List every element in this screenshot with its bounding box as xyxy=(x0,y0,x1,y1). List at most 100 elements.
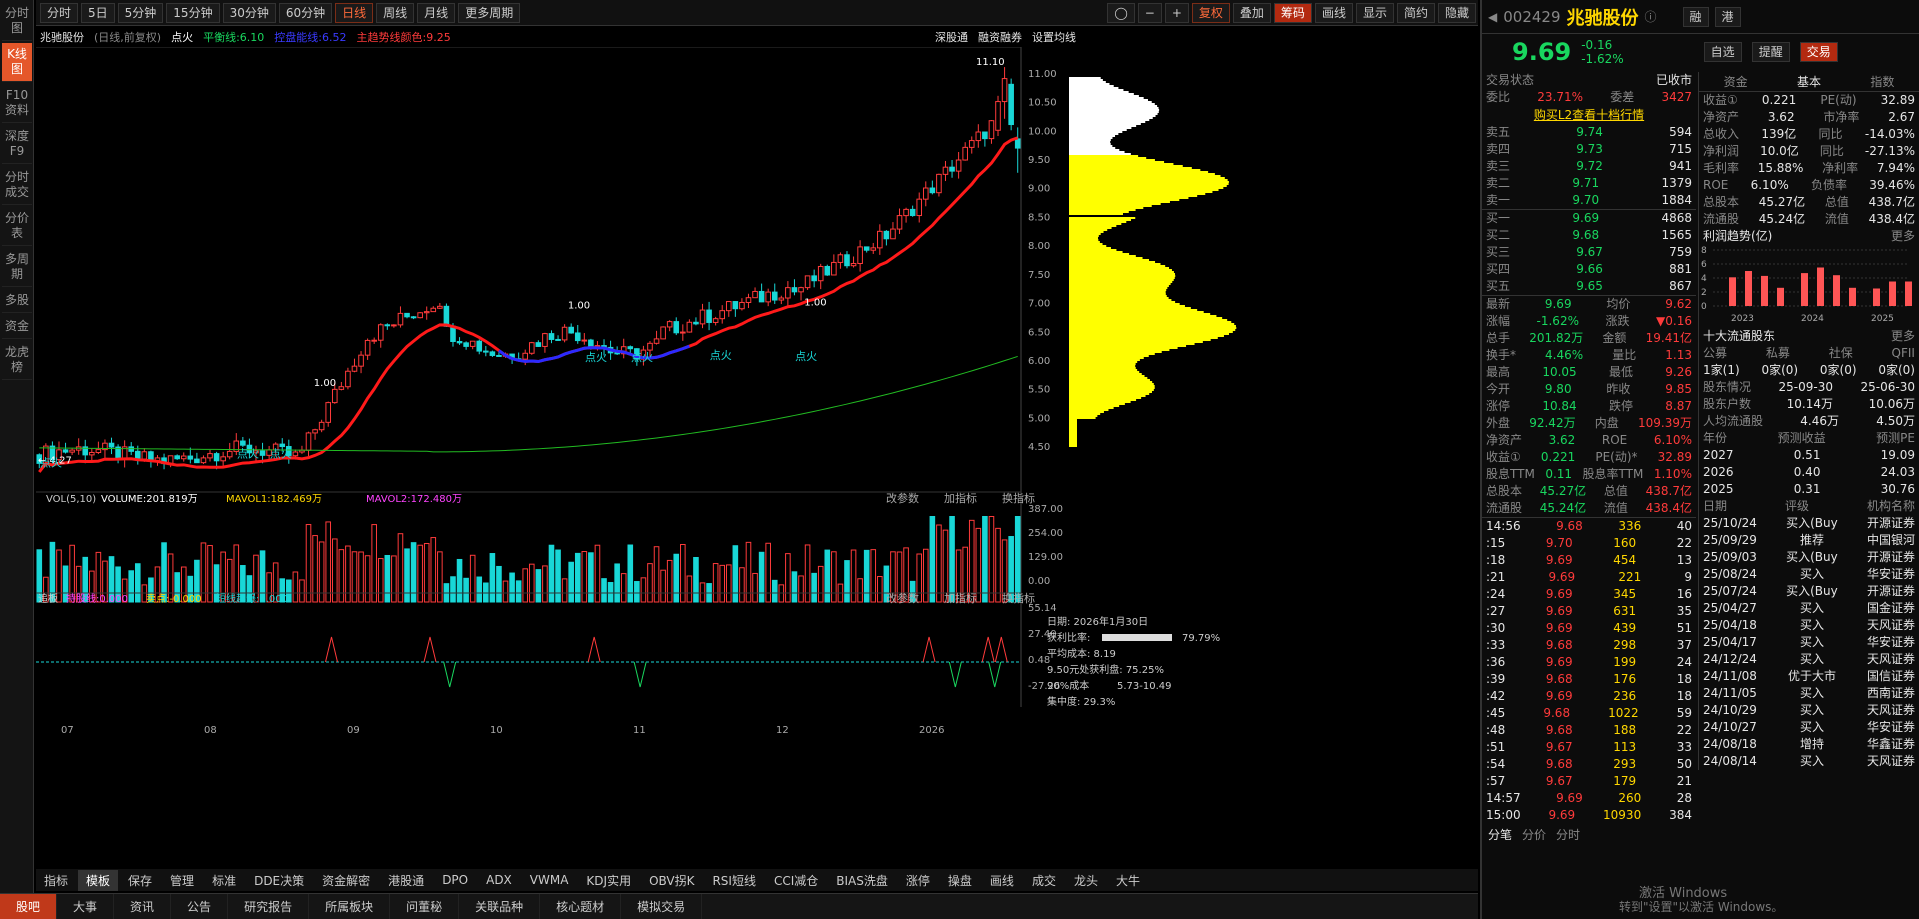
page-tab-1[interactable]: 大事 xyxy=(57,894,115,919)
indicator-tab-12[interactable]: OBV拐K xyxy=(641,870,702,891)
alert-button[interactable]: 提醒 xyxy=(1751,42,1790,62)
left-tab-7[interactable]: 多股 xyxy=(2,289,32,313)
tick-row-cell: 40 xyxy=(1676,519,1692,533)
simple-button[interactable]: 简约 xyxy=(1396,3,1435,23)
left-tab-1[interactable]: K线图 xyxy=(2,43,32,82)
indicator-tab-17[interactable]: 操盘 xyxy=(940,870,980,891)
left-tab-6[interactable]: 多周期 xyxy=(2,248,32,287)
indicator-tab-21[interactable]: 大牛 xyxy=(1108,870,1148,891)
fin-tab-0[interactable]: 资金 xyxy=(1724,72,1748,91)
kline-chart-area[interactable]: 11.10← 4.271.001.001.001.001.00点火点火点火点火点… xyxy=(36,47,1256,841)
month-label: 09 xyxy=(347,725,360,736)
overlay-button[interactable]: 叠加 xyxy=(1232,3,1271,23)
candle-body xyxy=(331,388,338,404)
period-0[interactable]: 分时 xyxy=(40,2,79,23)
l2-link[interactable]: 购买L2查看十档行情 xyxy=(1482,106,1696,124)
page-tab-3[interactable]: 公告 xyxy=(171,894,229,919)
price-tick: 9.00 xyxy=(1028,184,1050,195)
kline-svg[interactable]: 11.10← 4.271.001.001.001.001.00点火点火点火点火点… xyxy=(36,47,1256,841)
page-tab-7[interactable]: 关联品种 xyxy=(459,894,541,919)
chip-bar xyxy=(1069,285,1169,287)
page-tab-9[interactable]: 模拟交易 xyxy=(621,894,703,919)
period-7[interactable]: 周线 xyxy=(376,2,415,23)
indicator-tab-15[interactable]: BIAS洗盘 xyxy=(828,870,896,891)
period-6[interactable]: 日线 xyxy=(335,2,374,23)
hide-button[interactable]: 隐藏 xyxy=(1437,3,1476,23)
link-ma-settings[interactable]: 设置均线 xyxy=(1032,29,1076,45)
indicator-tab-4[interactable]: 标准 xyxy=(204,870,244,891)
period-1[interactable]: 5日 xyxy=(81,2,115,23)
chip-bar xyxy=(1069,355,1149,357)
fin-tab-2[interactable]: 指数 xyxy=(1870,72,1894,91)
prev-icon[interactable]: ◀ xyxy=(1488,10,1497,24)
indicator-tab-20[interactable]: 龙头 xyxy=(1066,870,1106,891)
left-tab-5[interactable]: 分价表 xyxy=(2,207,32,246)
fin-tabs: 资金 基本 指数 xyxy=(1699,72,1919,92)
trade-button[interactable]: 交易 xyxy=(1799,42,1838,62)
display-button[interactable]: 显示 xyxy=(1355,3,1394,23)
page-tab-8[interactable]: 核心题材 xyxy=(540,894,622,919)
indicator-tab-6[interactable]: 资金解密 xyxy=(314,870,378,891)
indicator-tab-5[interactable]: DDE决策 xyxy=(246,870,312,891)
left-tab-8[interactable]: 资金 xyxy=(2,315,32,339)
indicator-tab-3[interactable]: 管理 xyxy=(162,870,202,891)
profit-title-row-cell: 利润趋势(亿) xyxy=(1703,229,1773,243)
chip-bar xyxy=(1069,269,1172,271)
chips-profit-value: 79.79% xyxy=(1182,633,1220,644)
quote-row-cell: 109.39万 xyxy=(1638,416,1692,430)
period-8[interactable]: 月线 xyxy=(417,2,456,23)
quote-row-cell: 内盘 xyxy=(1594,416,1619,430)
period-3[interactable]: 15分钟 xyxy=(166,2,220,23)
period-9[interactable]: 更多周期 xyxy=(458,2,521,23)
fin-tab-1[interactable]: 基本 xyxy=(1797,72,1821,91)
chip-bar xyxy=(1069,125,1137,127)
indicator-tab-7[interactable]: 港股通 xyxy=(380,870,432,891)
indicator-tab-14[interactable]: CCI减仓 xyxy=(766,870,826,891)
page-tab-5[interactable]: 所属板块 xyxy=(309,894,391,919)
link-hk[interactable]: 深股通 xyxy=(935,29,968,45)
indicator-tab-11[interactable]: KDJ实用 xyxy=(578,870,639,891)
draw-button[interactable]: 画线 xyxy=(1314,3,1353,23)
watchlist-button[interactable]: 自选 xyxy=(1703,42,1742,62)
period-4[interactable]: 30分钟 xyxy=(222,2,276,23)
candle-body xyxy=(220,456,226,462)
info-icon[interactable]: ⓘ xyxy=(1645,8,1657,25)
page-tab-4[interactable]: 研究报告 xyxy=(228,894,310,919)
rating-row: 25/07/24 买入(Buy 开源证券 xyxy=(1699,583,1919,600)
plus-icon[interactable]: + xyxy=(1164,3,1189,23)
left-tab-3[interactable]: 深度F9 xyxy=(2,125,32,164)
indicator-tab-19[interactable]: 成交 xyxy=(1024,870,1064,891)
page-tab-2[interactable]: 资讯 xyxy=(114,894,172,919)
indicator-tab-9[interactable]: ADX xyxy=(478,871,520,889)
page-tab-6[interactable]: 问董秘 xyxy=(390,894,460,919)
indicator-tab-16[interactable]: 涨停 xyxy=(898,870,938,891)
fuquan-button[interactable]: 复权 xyxy=(1191,3,1230,23)
lock-icon[interactable]: ◯ xyxy=(1107,3,1135,23)
left-tab-0[interactable]: 分时图 xyxy=(2,2,32,41)
fin-row-cell: 0.221 xyxy=(1761,93,1797,107)
quote-row-cell: 92.42万 xyxy=(1529,416,1576,430)
candle-body xyxy=(1008,83,1014,126)
period-5[interactable]: 60分钟 xyxy=(278,2,333,23)
chips-button[interactable]: 筹码 xyxy=(1273,3,1312,23)
tick-tab-2[interactable]: 分时 xyxy=(1556,826,1580,843)
indicator-tab-1[interactable]: 模板 xyxy=(78,869,119,891)
indicator-tab-13[interactable]: RSI短线 xyxy=(704,870,764,891)
tick-tab-0[interactable]: 分笔 xyxy=(1488,826,1512,843)
left-tab-4[interactable]: 分时成交 xyxy=(2,166,32,205)
left-tab-2[interactable]: F10资料 xyxy=(2,84,32,123)
indicator-tab-8[interactable]: DPO xyxy=(434,871,476,889)
indicator-tab-10[interactable]: VWMA xyxy=(522,871,577,889)
chips-cost90-value: 5.73-10.49 xyxy=(1117,681,1172,692)
minus-icon[interactable]: − xyxy=(1137,3,1162,23)
tick-row-cell: :30 xyxy=(1486,621,1506,635)
tick-tab-1[interactable]: 分价 xyxy=(1522,826,1546,843)
chip-bar xyxy=(1069,401,1131,403)
period-2[interactable]: 5分钟 xyxy=(117,2,164,23)
left-tab-9[interactable]: 龙虎榜 xyxy=(2,341,32,380)
link-margin[interactable]: 融资融券 xyxy=(978,29,1022,45)
indicator-tab-0[interactable]: 指标 xyxy=(36,870,76,891)
indicator-tab-18[interactable]: 画线 xyxy=(982,870,1022,891)
indicator-tab-2[interactable]: 保存 xyxy=(120,870,160,891)
page-tab-0[interactable]: 股吧 xyxy=(0,894,58,919)
